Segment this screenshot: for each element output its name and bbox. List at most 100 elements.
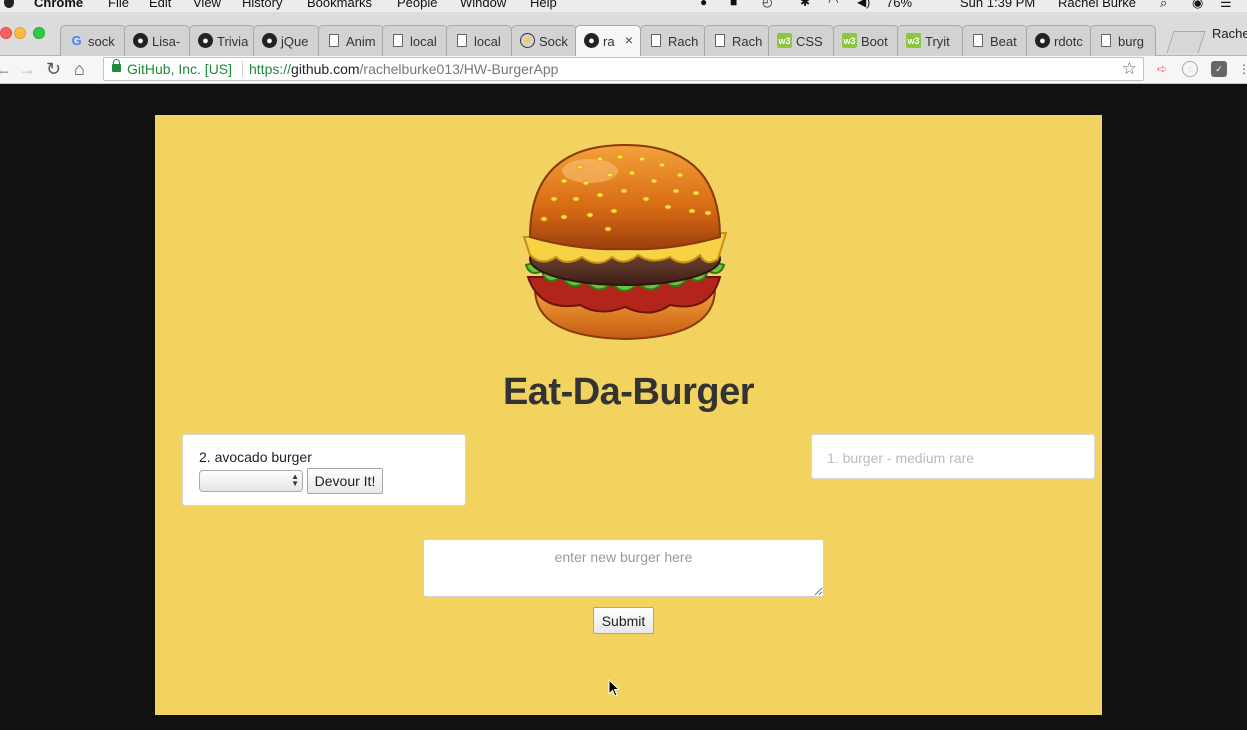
w3schools-icon: w3 xyxy=(842,33,857,48)
battery-percentage[interactable]: 76% xyxy=(886,0,912,10)
tab-title: Rach xyxy=(668,34,699,49)
burger-select[interactable]: ▲ ▼ xyxy=(199,470,303,492)
url-host: github.com xyxy=(291,61,360,77)
mouse-cursor-icon xyxy=(608,679,621,697)
tab-1[interactable]: Gsock xyxy=(60,25,126,56)
extension-circle-icon[interactable]: ◌ xyxy=(1182,61,1198,77)
tab-10[interactable]: Rach xyxy=(640,25,706,56)
close-tab-icon[interactable]: × xyxy=(625,32,633,48)
tab-title: Tryit xyxy=(925,34,950,49)
lock-icon xyxy=(112,59,121,72)
url-text[interactable]: https://github.com/rachelburke013/HW-Bur… xyxy=(249,61,558,77)
menu-history[interactable]: History xyxy=(242,0,282,10)
select-arrows-icon: ▲ ▼ xyxy=(291,472,299,488)
w3schools-icon: w3 xyxy=(777,33,792,48)
pocket-icon[interactable]: ✓ xyxy=(1211,61,1227,77)
menu-clock[interactable]: Sun 1:39 PM xyxy=(960,0,1035,10)
home-icon[interactable]: ⌂ xyxy=(74,59,85,79)
tab-13[interactable]: w3 Boot xyxy=(833,25,899,56)
page-title: Eat-Da-Burger xyxy=(502,371,755,413)
tab-7[interactable]: local xyxy=(446,25,512,56)
menu-help[interactable]: Help xyxy=(530,0,557,10)
tab-5[interactable]: Anim xyxy=(318,25,384,56)
tab-title: sock xyxy=(88,34,115,49)
tab-title: Lisa- xyxy=(152,34,181,49)
tab-6[interactable]: local xyxy=(382,25,448,56)
github-icon: ● xyxy=(262,33,277,48)
url-path: /rachelburke013/HW-BurgerApp xyxy=(359,61,559,77)
site-identity[interactable]: GitHub, Inc. [US] xyxy=(127,61,232,77)
menu-view[interactable]: View xyxy=(193,0,221,10)
spotlight-search-icon[interactable]: ⌕ xyxy=(1160,0,1167,11)
tab-title: Boot xyxy=(861,34,888,49)
document-icon xyxy=(393,34,403,47)
devoured-burgers-panel: 1. burger - medium rare xyxy=(811,434,1095,479)
wifi-icon[interactable]: ◠ xyxy=(828,0,838,9)
github-icon: ● xyxy=(198,33,213,48)
new-tab-button[interactable] xyxy=(1166,31,1206,53)
tab-title: local xyxy=(474,34,501,49)
maximize-window-button[interactable] xyxy=(33,27,45,39)
tab-title: Beat xyxy=(990,34,1017,49)
profile-name[interactable]: Rache xyxy=(1212,26,1247,41)
tab-17[interactable]: burg xyxy=(1090,25,1156,56)
tab-15[interactable]: Beat xyxy=(962,25,1028,56)
tab-9[interactable]: ● ra × xyxy=(575,25,641,57)
reload-icon[interactable]: ↻ xyxy=(46,59,61,79)
document-icon xyxy=(715,34,725,47)
tab-2[interactable]: ● Lisa- xyxy=(124,25,190,56)
minimize-window-button[interactable] xyxy=(14,27,26,39)
document-icon xyxy=(973,34,983,47)
chrome-menu-icon[interactable]: ⋮ xyxy=(1236,61,1247,77)
document-icon xyxy=(329,34,339,47)
tab-title: Anim xyxy=(346,34,376,49)
tab-title: rdotc xyxy=(1054,34,1083,49)
burger-app: Eat-Da-Burger 2. avocado burger ▲ ▼ Devou… xyxy=(155,115,1102,715)
bookmark-star-icon[interactable]: ☆ xyxy=(1122,59,1137,79)
burger-name: 2. avocado burger xyxy=(199,449,312,465)
github-icon: ● xyxy=(1035,33,1050,48)
apple-icon[interactable] xyxy=(4,0,14,8)
tab-12[interactable]: w3 CSS xyxy=(768,25,834,56)
devour-button[interactable]: Devour It! xyxy=(307,468,383,494)
volume-icon[interactable]: ◀) xyxy=(857,0,870,9)
tab-4[interactable]: ● jQue xyxy=(253,25,319,56)
menu-bookmarks[interactable]: Bookmarks xyxy=(307,0,372,10)
menu-people[interactable]: People xyxy=(397,0,437,10)
menu-user-name[interactable]: Rachel Burke xyxy=(1058,0,1136,10)
document-icon xyxy=(457,34,467,47)
address-separator xyxy=(242,61,243,77)
menu-edit[interactable]: Edit xyxy=(149,0,171,10)
tab-title: local xyxy=(410,34,437,49)
github-icon: ● xyxy=(584,33,599,48)
close-window-button[interactable] xyxy=(0,27,12,39)
new-burger-input[interactable] xyxy=(423,539,824,597)
siri-icon[interactable]: ◉ xyxy=(1192,0,1203,11)
time-machine-icon[interactable]: ◴ xyxy=(762,0,772,9)
tab-14[interactable]: w3 Tryit xyxy=(897,25,963,56)
status-grid-icon[interactable]: ■ xyxy=(730,0,737,9)
tab-8[interactable]: ⚡ Sock xyxy=(511,25,577,56)
browser-toolbar: ← → ↻ ⌂ GitHub, Inc. [US] https://github… xyxy=(0,56,1247,84)
menu-file[interactable]: File xyxy=(108,0,129,10)
notification-center-icon[interactable]: ☰ xyxy=(1220,0,1232,11)
status-app-icon[interactable]: ● xyxy=(700,0,707,9)
document-icon xyxy=(651,34,661,47)
forward-arrow-icon[interactable]: → xyxy=(18,59,36,79)
tab-11[interactable]: Rach xyxy=(704,25,770,56)
bluetooth-icon[interactable]: ✱ xyxy=(800,0,810,9)
devoured-burger-name: 1. burger - medium rare xyxy=(827,450,975,466)
tab-3[interactable]: ● Trivia xyxy=(189,25,255,56)
menu-window[interactable]: Window xyxy=(460,0,506,10)
back-arrow-icon[interactable]: ← xyxy=(0,59,12,79)
tab-16[interactable]: ● rdotc xyxy=(1026,25,1092,56)
extension-arrow-icon[interactable]: ➪ xyxy=(1154,61,1170,77)
tab-title: jQue xyxy=(281,34,309,49)
submit-button[interactable]: Submit xyxy=(593,607,654,634)
tab-title: burg xyxy=(1118,34,1145,49)
address-bar[interactable]: GitHub, Inc. [US] https://github.com/rac… xyxy=(103,57,1144,81)
uneaten-burgers-panel: 2. avocado burger ▲ ▼ Devour It! xyxy=(182,434,466,506)
url-scheme: https:// xyxy=(249,61,292,77)
menu-app-name[interactable]: Chrome xyxy=(34,0,83,10)
tab-title: Trivia xyxy=(217,34,249,49)
